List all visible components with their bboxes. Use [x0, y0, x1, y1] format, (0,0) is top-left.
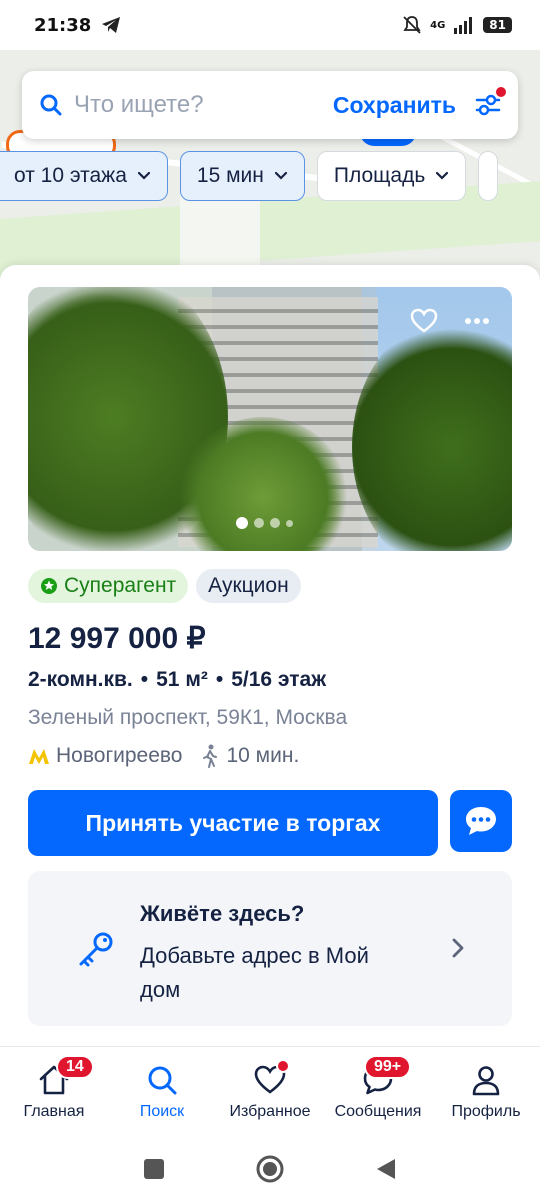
chevron-down-icon [436, 171, 449, 180]
chip-label: Площадь [333, 164, 426, 187]
chevron-down-icon [137, 171, 151, 180]
nav-label: Избранное [229, 1103, 311, 1120]
filter-chips: от 10 этажа 15 мин Площадь [0, 151, 540, 201]
auction-label: Аукцион [208, 574, 289, 597]
superagent-badge[interactable]: Суперагент [28, 569, 189, 603]
star-circle-icon [41, 578, 57, 594]
chip-more[interactable] [478, 151, 499, 201]
promo-title: Живёте здесь? [140, 901, 305, 926]
chat-bubble-icon [466, 807, 496, 835]
telegram-icon [102, 17, 121, 33]
search-input[interactable] [74, 91, 314, 119]
superagent-label: Суперагент [64, 574, 177, 597]
listing-params: 2-комн.кв. • 51 м² • 5/16 этаж [28, 668, 326, 692]
chip-label: 15 мин [196, 164, 264, 187]
system-navigation [0, 1138, 540, 1200]
notification-badge: 99+ [364, 1055, 412, 1079]
chip-area[interactable]: Площадь [316, 151, 467, 201]
nav-home[interactable]: Главная 14 [0, 1047, 108, 1138]
chip-label: от 10 этажа [14, 164, 127, 187]
status-time: 21:38 [34, 14, 92, 36]
join-auction-button[interactable]: Принять участие в торгах [28, 790, 438, 856]
status-bar: 21:38 4G 81 [0, 0, 540, 50]
mute-icon [403, 16, 421, 34]
listing-price: 12 997 000 ₽ [28, 622, 206, 655]
photo-pagination-dots [236, 517, 293, 529]
pagination-dot [236, 517, 248, 529]
listing-photo[interactable] [28, 287, 512, 551]
nav-label: Главная [23, 1103, 85, 1120]
nav-search[interactable]: Поиск [108, 1047, 216, 1138]
promo-subtitle: Добавьте адрес в Мой дом [140, 943, 369, 1002]
metro-icon [29, 749, 49, 764]
filters-button[interactable] [474, 87, 506, 119]
back-button-icon[interactable] [375, 1157, 397, 1181]
listing-address: Зеленый проспект, 59К1, Москва [28, 706, 348, 729]
bottom-navigation: Главная 14 Поиск Избранное Сообщения 99+… [0, 1046, 540, 1138]
battery-indicator: 81 [483, 17, 512, 33]
favorites-indicator-dot [276, 1059, 290, 1073]
floor: 5/16 этаж [231, 668, 327, 691]
pagination-dot [270, 518, 280, 528]
chat-button[interactable] [450, 790, 512, 852]
more-options-icon[interactable] [464, 317, 490, 325]
chevron-down-icon [274, 171, 287, 180]
search-icon [40, 94, 62, 116]
nav-label: Профиль [451, 1103, 521, 1120]
home-button-icon[interactable] [255, 1154, 285, 1184]
listing-card[interactable]: Суперагент Аукцион 12 997 000 ₽ 2-комн.к… [0, 265, 540, 1055]
profile-icon [472, 1066, 500, 1096]
nav-label: Сообщения [334, 1103, 422, 1120]
nav-favorites[interactable]: Избранное [216, 1047, 324, 1138]
nav-profile[interactable]: Профиль [432, 1047, 540, 1138]
auction-badge: Аукцион [196, 569, 301, 603]
metro-station: Новогиреево [56, 744, 183, 767]
chip-floor[interactable]: от 10 этажа [0, 151, 168, 201]
my-home-promo[interactable]: Живёте здесь? Добавьте адрес в Мой дом [28, 871, 512, 1026]
area: 51 м² [156, 668, 208, 691]
pagination-dot [286, 519, 293, 527]
metro-info: Новогиреево 10 мин. [28, 744, 299, 768]
notification-badge: 14 [56, 1055, 94, 1079]
listing-badges: Суперагент Аукцион [28, 569, 301, 603]
walking-icon [203, 744, 218, 768]
signal-icon [454, 17, 473, 34]
search-icon [148, 1066, 177, 1095]
key-icon [79, 932, 113, 967]
filters-indicator-dot [496, 87, 506, 97]
separator: • [215, 668, 224, 691]
pagination-dot [254, 518, 264, 528]
walk-time: 10 мин. [226, 744, 300, 767]
separator: • [140, 668, 149, 691]
chip-travel-time[interactable]: 15 мин [179, 151, 305, 201]
nav-messages[interactable]: Сообщения 99+ [324, 1047, 432, 1138]
nav-label: Поиск [139, 1103, 185, 1120]
favorite-heart-icon[interactable] [410, 307, 438, 335]
recents-button-icon[interactable] [143, 1158, 165, 1180]
chevron-right-icon [452, 938, 464, 958]
rooms: 2-комн.кв. [28, 668, 133, 691]
network-type: 4G [430, 19, 446, 31]
save-search-button[interactable]: Сохранить [333, 92, 456, 119]
search-bar: Сохранить [22, 71, 518, 139]
